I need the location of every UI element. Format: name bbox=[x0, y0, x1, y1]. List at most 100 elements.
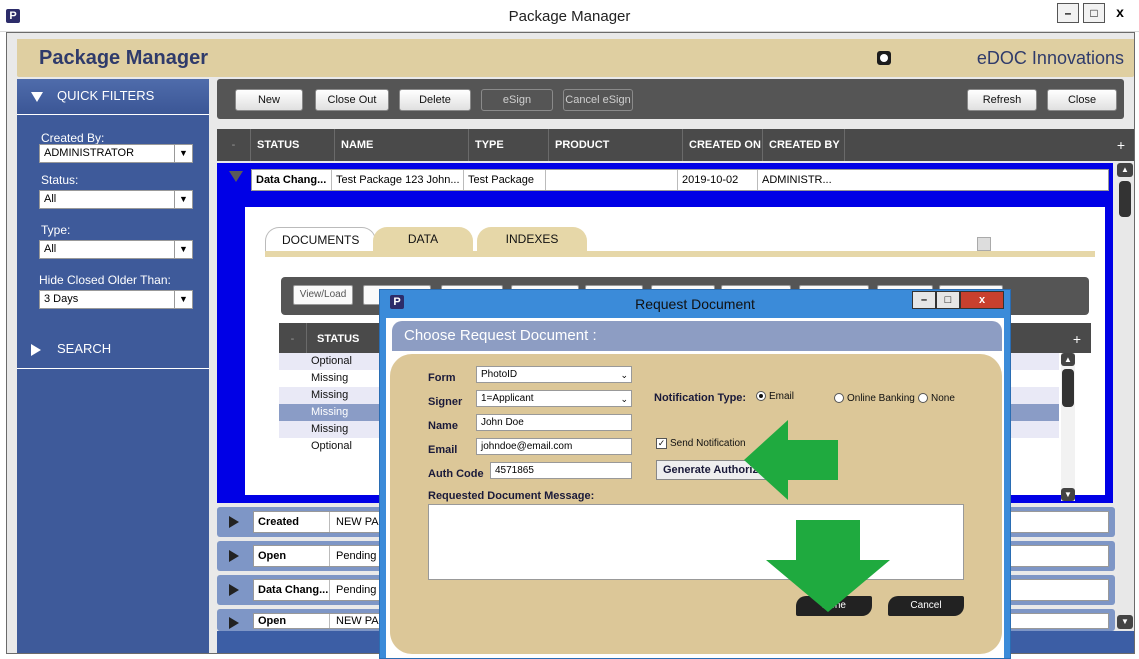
cancel-button[interactable]: Cancel bbox=[888, 596, 964, 616]
minimize-icon[interactable]: – bbox=[912, 291, 936, 309]
page-title: Package Manager bbox=[39, 47, 208, 69]
dropdown-arrow-icon: ▼ bbox=[174, 145, 192, 162]
row-status: Created bbox=[254, 512, 330, 532]
scroll-thumb[interactable] bbox=[1062, 369, 1074, 407]
type-select[interactable]: All ▼ bbox=[39, 240, 193, 259]
document-scrollbar[interactable]: ▲ ▼ bbox=[1061, 353, 1075, 501]
notification-online-banking-option[interactable]: Online Banking bbox=[834, 393, 915, 404]
cancel-esign-button[interactable]: Cancel eSign bbox=[563, 89, 633, 111]
column-header-name[interactable]: NAME bbox=[335, 129, 469, 161]
created-by-value: ADMINISTRATOR bbox=[44, 147, 135, 159]
checkbox-checked-icon[interactable]: ✓ bbox=[656, 438, 667, 449]
tab-strip bbox=[265, 251, 1095, 257]
expand-triangle-icon bbox=[31, 343, 41, 356]
radio-icon[interactable] bbox=[918, 393, 928, 404]
scroll-down-icon[interactable]: ▼ bbox=[1061, 488, 1075, 501]
close-icon[interactable]: x bbox=[1109, 3, 1131, 23]
search-header[interactable]: SEARCH bbox=[17, 333, 209, 369]
auth-code-field[interactable]: 4571865 bbox=[490, 462, 632, 479]
scroll-up-icon[interactable]: ▲ bbox=[1117, 163, 1133, 177]
chevron-down-icon: ⌄ bbox=[620, 370, 628, 380]
chevron-down-icon: ⌄ bbox=[620, 394, 628, 404]
collapse-triangle-icon bbox=[31, 91, 43, 102]
delete-button[interactable]: Delete bbox=[399, 89, 471, 111]
status-select[interactable]: All ▼ bbox=[39, 190, 193, 209]
expand-row-icon[interactable] bbox=[229, 617, 239, 629]
close-button[interactable]: Close bbox=[1047, 89, 1117, 111]
radio-icon[interactable] bbox=[834, 393, 844, 404]
radio-selected-icon[interactable] bbox=[756, 391, 766, 402]
tab-data[interactable]: DATA bbox=[373, 227, 473, 251]
row-product bbox=[546, 170, 678, 190]
window-title: Package Manager bbox=[508, 8, 631, 25]
doc-column-status[interactable]: STATUS bbox=[307, 323, 385, 355]
window-controls: – □ x bbox=[1057, 3, 1131, 23]
notification-email-option[interactable]: Email bbox=[756, 391, 794, 402]
scroll-up-icon[interactable]: ▲ bbox=[1061, 353, 1075, 366]
new-button[interactable]: New bbox=[235, 89, 303, 111]
main-scrollbar[interactable]: ▲ ▼ bbox=[1117, 163, 1133, 631]
scroll-down-icon[interactable]: ▼ bbox=[1117, 615, 1133, 629]
email-label: Email bbox=[428, 444, 458, 456]
collapse-all-icon[interactable]: - bbox=[217, 129, 251, 161]
signer-label: Signer bbox=[428, 396, 463, 408]
doc-add-column-icon[interactable]: + bbox=[1065, 323, 1089, 355]
expand-row-icon[interactable] bbox=[229, 550, 239, 562]
scroll-thumb[interactable] bbox=[1119, 181, 1131, 217]
notification-type-label: Notification Type: bbox=[654, 392, 747, 404]
tab-indexes[interactable]: INDEXES bbox=[477, 227, 587, 251]
column-header-created-on[interactable]: CREATED ON bbox=[683, 129, 763, 161]
notification-none-option[interactable]: None bbox=[918, 393, 955, 404]
notification-online-label: Online Banking bbox=[847, 393, 915, 404]
refresh-button[interactable]: Refresh bbox=[967, 89, 1037, 111]
row-type: Test Package bbox=[464, 170, 546, 190]
annotation-arrow-left-icon bbox=[744, 420, 838, 500]
add-column-icon[interactable]: + bbox=[1109, 129, 1133, 161]
expand-row-icon[interactable] bbox=[229, 516, 239, 528]
window-titlebar: P Package Manager – □ x bbox=[0, 0, 1139, 32]
created-by-label: Created By: bbox=[41, 131, 105, 145]
show-all-toggle[interactable]: Show All bbox=[976, 237, 1039, 251]
expand-row-icon[interactable] bbox=[229, 584, 239, 596]
dropdown-arrow-icon: ▼ bbox=[174, 191, 192, 208]
minimize-icon[interactable]: – bbox=[1057, 3, 1079, 23]
quick-filters-header[interactable]: QUICK FILTERS bbox=[17, 79, 209, 115]
close-icon[interactable]: x bbox=[960, 291, 1004, 309]
hide-closed-label: Hide Closed Older Than: bbox=[39, 273, 171, 287]
column-header-product[interactable]: PRODUCT bbox=[549, 129, 683, 161]
dialog-body: Choose Request Document : Form PhotoID ⌄ … bbox=[386, 318, 1004, 658]
show-all-checkbox[interactable] bbox=[976, 237, 991, 251]
hide-closed-select[interactable]: 3 Days ▼ bbox=[39, 290, 193, 309]
name-label: Name bbox=[428, 420, 458, 432]
dialog-heading: Choose Request Document : bbox=[392, 321, 1002, 351]
send-notification-toggle[interactable]: ✓ Send Notification bbox=[656, 438, 746, 449]
view-load-button[interactable]: View/Load bbox=[293, 285, 353, 305]
name-field[interactable]: John Doe bbox=[476, 414, 632, 431]
created-by-select[interactable]: ADMINISTRATOR ▼ bbox=[39, 144, 193, 163]
package-grid-header: - STATUS NAME TYPE PRODUCT CREATED ON CR… bbox=[217, 129, 1134, 161]
annotation-arrow-down-icon bbox=[766, 520, 890, 612]
signer-select[interactable]: 1=Applicant ⌄ bbox=[476, 390, 632, 407]
maximize-icon[interactable]: □ bbox=[936, 291, 960, 309]
send-notification-label: Send Notification bbox=[670, 438, 746, 450]
form-select[interactable]: PhotoID ⌄ bbox=[476, 366, 632, 383]
request-document-dialog: P Request Document – □ x Choose Request … bbox=[379, 289, 1011, 659]
collapse-row-icon[interactable] bbox=[229, 171, 243, 182]
type-value: All bbox=[44, 243, 57, 255]
column-header-status[interactable]: STATUS bbox=[251, 129, 335, 161]
settings-icon[interactable] bbox=[877, 51, 891, 65]
column-header-created-by[interactable]: CREATED BY bbox=[763, 129, 845, 161]
table-row-selected[interactable]: Data Chang... Test Package 123 John... T… bbox=[251, 169, 1109, 191]
form-value: PhotoID bbox=[481, 369, 518, 380]
tab-documents[interactable]: DOCUMENTS bbox=[265, 227, 377, 251]
row-created-by: ADMINISTR... bbox=[762, 174, 832, 186]
maximize-icon[interactable]: □ bbox=[1083, 3, 1105, 23]
doc-collapse-icon[interactable]: - bbox=[279, 323, 307, 355]
type-label: Type: bbox=[41, 223, 71, 237]
email-field[interactable]: johndoe@email.com bbox=[476, 438, 632, 455]
close-out-button[interactable]: Close Out bbox=[315, 89, 389, 111]
row-status: Open bbox=[254, 614, 330, 628]
quick-filters-label: QUICK FILTERS bbox=[57, 88, 155, 103]
column-header-type[interactable]: TYPE bbox=[469, 129, 549, 161]
esign-button[interactable]: eSign bbox=[481, 89, 553, 111]
